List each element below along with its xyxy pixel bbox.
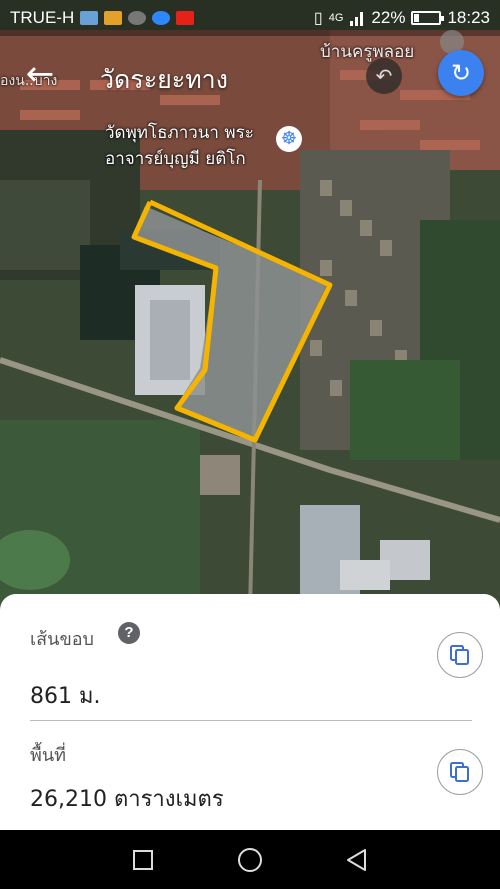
- home-button[interactable]: [235, 845, 265, 875]
- satellite-imagery: [0, 0, 500, 610]
- carrier-label: TRUE-H: [10, 8, 75, 27]
- measurement-sheet: เส้นขอบ ? 861 ม. พื้นที่ 26,210 ตารางเมต…: [0, 594, 500, 830]
- clock: 18:23: [447, 8, 490, 27]
- app-notification-icon: [104, 11, 123, 25]
- copy-icon: [450, 645, 469, 665]
- arrow-left-icon: ←: [25, 54, 55, 94]
- nav-back-button[interactable]: [342, 845, 372, 875]
- page-title: วัดระยะทาง: [100, 65, 228, 94]
- perimeter-value: 861 ม.: [30, 684, 101, 709]
- square-icon: [133, 849, 154, 870]
- refresh-icon: ↻: [450, 59, 472, 87]
- temple-name-line2: อาจารย์บุญมี ยติโก: [105, 149, 246, 169]
- triangle-back-icon: [346, 848, 366, 871]
- system-nav-bar: [0, 830, 500, 889]
- map-label-north: บ้านครูพลอย: [320, 42, 415, 62]
- area-value: 26,210 ตารางเมตร: [30, 787, 224, 812]
- copy-area-button[interactable]: [437, 749, 483, 795]
- signal-icon: [350, 12, 364, 26]
- battery-icon: [411, 11, 445, 25]
- help-icon[interactable]: ?: [118, 622, 140, 644]
- map-label-temple[interactable]: วัดพุทโธภาวนา พระ อาจารย์บุญมี ยติโก: [105, 120, 254, 172]
- back-button[interactable]: ←: [20, 56, 60, 96]
- network-type: 4G: [328, 12, 344, 24]
- dharma-wheel-icon[interactable]: ☸: [276, 126, 302, 152]
- map-view[interactable]: TRUE-H ▯ 4G 22% 18:23 บ้านครูพลอย องน..บ…: [0, 0, 500, 610]
- circle-icon: [237, 847, 262, 872]
- copy-icon: [450, 762, 469, 782]
- battery-percent: 22%: [371, 8, 406, 27]
- area-label: พื้นที่: [30, 745, 67, 766]
- undo-button[interactable]: ↶: [366, 58, 402, 94]
- copy-perimeter-button[interactable]: [437, 632, 483, 678]
- refresh-button[interactable]: ↻: [438, 50, 484, 96]
- contact-notification-icon: [128, 11, 147, 25]
- temple-name-line1: วัดพุทโธภาวนา พระ: [105, 123, 254, 143]
- undo-icon: ↶: [375, 64, 393, 88]
- status-bar: TRUE-H ▯ 4G 22% 18:23: [0, 0, 500, 36]
- recents-button[interactable]: [128, 845, 158, 875]
- divider: [30, 720, 472, 721]
- gallery-notification-icon: [80, 11, 99, 25]
- youtube-icon: [176, 11, 195, 25]
- messenger-icon: [152, 11, 171, 25]
- perimeter-label: เส้นขอบ: [30, 629, 94, 650]
- vibrate-icon: ▯: [313, 10, 323, 27]
